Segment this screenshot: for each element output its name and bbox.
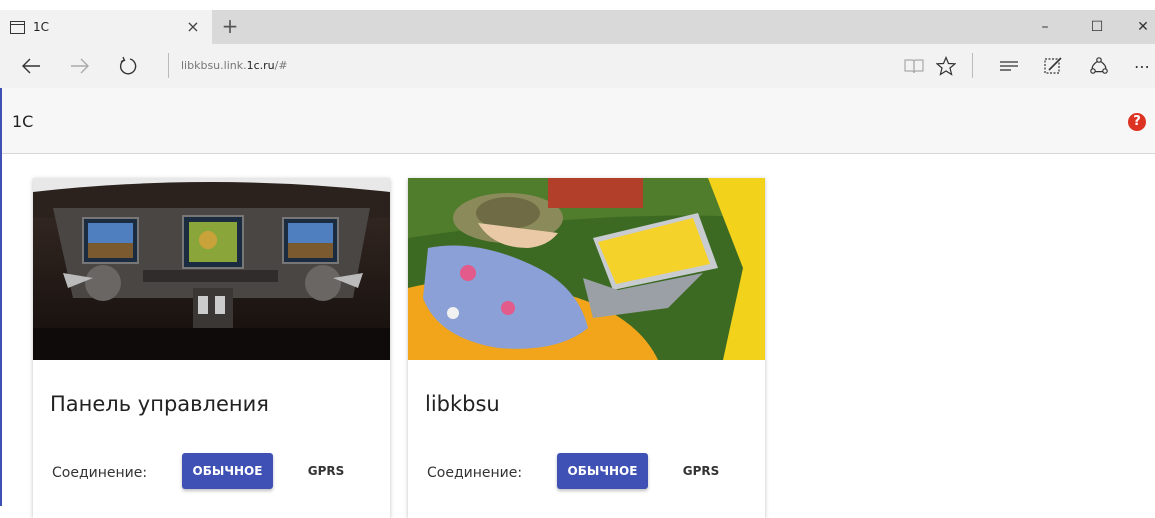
address-bar-row: libkbsu.link.1c.ru/# ⋯ bbox=[0, 44, 1155, 88]
web-note-icon[interactable] bbox=[1041, 54, 1065, 78]
url-input[interactable]: libkbsu.link.1c.ru/# bbox=[181, 59, 288, 72]
normal-connection-button[interactable]: ОБЫЧНОЕ bbox=[182, 453, 273, 489]
back-icon[interactable] bbox=[19, 54, 43, 78]
card-image-cockpit bbox=[33, 178, 390, 360]
app-card-libkbsu: libkbsu Соединение: ОБЫЧНОЕ GPRS bbox=[408, 178, 765, 518]
card-title: libkbsu bbox=[425, 392, 500, 416]
tab-close-icon[interactable]: × bbox=[184, 17, 202, 36]
connection-label: Соединение: bbox=[427, 465, 523, 481]
tab-strip: 1C × + – ☐ ✕ bbox=[0, 10, 1155, 44]
normal-connection-button[interactable]: ОБЫЧНОЕ bbox=[557, 453, 648, 489]
close-window-button[interactable]: ✕ bbox=[1128, 17, 1155, 37]
connection-label: Соединение: bbox=[52, 465, 148, 481]
gprs-connection-button[interactable]: GPRS bbox=[291, 453, 361, 489]
browser-tab[interactable]: 1C × bbox=[0, 10, 212, 44]
browser-window: 1C × + – ☐ ✕ libkbsu.link.1c.ru/# ⋯ 1C ?… bbox=[0, 0, 1155, 518]
maximize-button[interactable]: ☐ bbox=[1082, 17, 1112, 37]
url-separator bbox=[168, 53, 169, 78]
favorite-star-icon[interactable] bbox=[934, 54, 958, 78]
tab-title: 1C bbox=[33, 20, 50, 34]
refresh-icon[interactable] bbox=[116, 54, 140, 78]
url-host: 1c.ru bbox=[246, 59, 275, 72]
reading-view-icon[interactable] bbox=[902, 54, 926, 78]
share-icon[interactable] bbox=[1087, 54, 1111, 78]
url-prefix: libkbsu.link. bbox=[181, 59, 247, 72]
app-header: 1C ? bbox=[2, 88, 1155, 154]
app-title: 1C bbox=[12, 112, 34, 131]
gprs-connection-button[interactable]: GPRS bbox=[666, 453, 736, 489]
minimize-button[interactable]: – bbox=[1030, 17, 1060, 37]
app-card-control-panel: Панель управления Соединение: ОБЫЧНОЕ GP… bbox=[33, 178, 390, 518]
toolbar-separator bbox=[972, 53, 973, 78]
new-tab-button[interactable]: + bbox=[220, 15, 240, 37]
card-title: Панель управления bbox=[50, 392, 269, 416]
tab-page-icon bbox=[9, 20, 25, 34]
card-image-laptop bbox=[408, 178, 765, 360]
more-icon[interactable]: ⋯ bbox=[1130, 54, 1154, 78]
forward-icon[interactable] bbox=[68, 54, 92, 78]
url-suffix: /# bbox=[274, 59, 288, 72]
hub-icon[interactable] bbox=[997, 54, 1021, 78]
help-icon[interactable]: ? bbox=[1128, 113, 1146, 131]
